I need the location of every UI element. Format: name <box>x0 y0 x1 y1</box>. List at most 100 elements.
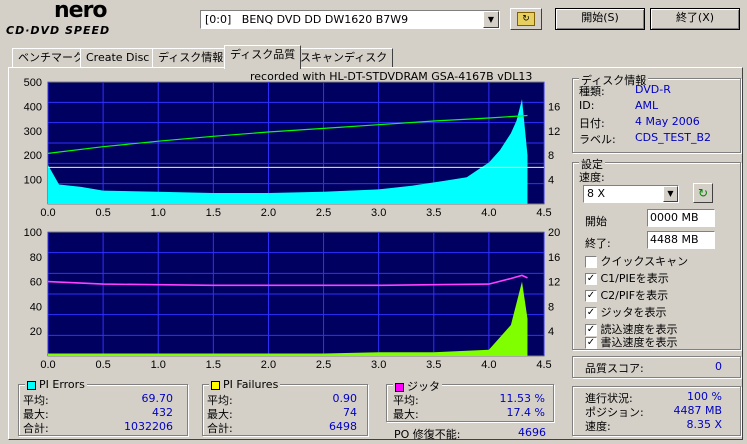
logo-speed-text: CD·DVD SPEED <box>6 24 111 37</box>
tab-disc-quality[interactable]: ディスク品質 <box>224 45 302 69</box>
start-button-label: 開始(S) <box>581 11 619 24</box>
checkbox-box[interactable]: ✓ <box>585 273 597 285</box>
jitter-swatch <box>395 382 404 392</box>
chevron-down-icon[interactable]: ▼ <box>663 186 678 202</box>
x-tick-label: 3.0 <box>371 359 386 370</box>
tab-label: ディスク情報 <box>158 51 224 64</box>
quality-score-group: 品質スコア: 0 <box>572 356 741 378</box>
pi-failures-max-value: 74 <box>343 406 357 419</box>
show-jitter-checkbox[interactable]: ✓ ジッタを表示 <box>585 304 667 320</box>
x-tick-label: 3.0 <box>371 207 386 219</box>
position-value: 4487 MB <box>673 404 722 417</box>
start-label: 開始 <box>585 215 607 228</box>
quality-score-value: 0 <box>715 360 722 373</box>
chart-2-x-labels: 0.0 0.5 1.0 1.5 2.0 2.5 3.0 3.5 4.0 4.5 <box>40 359 551 370</box>
tab-disc-info[interactable]: ディスク情報 <box>152 48 230 68</box>
disc-type-value: DVD-R <box>635 83 671 96</box>
x-tick-label: 2.5 <box>316 359 331 370</box>
progress-value: 100 % <box>687 390 722 403</box>
pi-errors-total-value: 1032206 <box>124 420 173 433</box>
chart-1-x-labels: 0.0 0.5 1.0 1.5 2.0 2.5 3.0 3.5 4.0 4.5 <box>40 207 551 219</box>
jitter-avg-value: 11.53 % <box>499 392 545 405</box>
disc-id-value: AML <box>635 99 659 112</box>
checkbox-box[interactable]: ✓ <box>585 337 597 349</box>
y-right-tick-label: 4 <box>548 175 554 187</box>
checkbox-label: 書込速度を表示 <box>600 336 678 349</box>
x-tick-label: 2.5 <box>316 207 331 219</box>
chart-1-y-right-labels: 16 12 8 4 <box>548 101 560 186</box>
speed-progress-label: 速度: <box>585 420 611 433</box>
x-tick-label: 2.0 <box>261 359 276 370</box>
pi-errors-group: PI Errors 平均: 69.70 最大: 432 合計: 1032206 <box>18 378 188 436</box>
disc-date-label: 日付: <box>579 117 605 130</box>
x-tick-label: 0.5 <box>95 359 110 370</box>
po-uncorrectable-label: PO 修復不能: <box>394 428 461 441</box>
charts-svg: 500 400 300 200 100 16 12 8 4 0.0 0.5 1.0 1.5 2.0 2.… <box>24 77 561 370</box>
po-uncorrectable-value: 4696 <box>518 426 546 439</box>
y-right-tick-label: 8 <box>548 301 554 313</box>
show-c2-pif-checkbox[interactable]: ✓ C2/PIFを表示 <box>585 287 668 303</box>
pi-failures-title-text: PI Failures <box>223 378 279 391</box>
nero-logo: nero CD·DVD SPEED <box>6 0 196 40</box>
chart-2: 100 80 60 40 20 20 16 12 8 4 0.0 0.5 1.0 1.5 2.0 2.5 3… <box>24 227 561 370</box>
show-write-speed-checkbox[interactable]: ✓ 書込速度を表示 <box>585 334 678 350</box>
x-tick-label: 2.0 <box>261 207 276 219</box>
pi-errors-total-label: 合計: <box>23 422 49 435</box>
checkbox-box[interactable]: ✓ <box>585 307 597 319</box>
x-tick-label: 1.0 <box>151 207 166 219</box>
y-tick-label: 400 <box>24 101 42 113</box>
start-button[interactable]: 開始(S) <box>555 8 645 30</box>
refresh-drive-button[interactable]: ↻ <box>510 8 542 30</box>
jitter-max-value: 17.4 % <box>506 406 545 419</box>
disc-label-value: CDS_TEST_B2 <box>635 131 712 144</box>
x-tick-label: 4.0 <box>481 207 496 219</box>
end-label: 終了: <box>585 237 611 250</box>
tab-scan-disc[interactable]: スキャンディスク <box>294 48 394 68</box>
y-right-tick-label: 12 <box>548 277 560 289</box>
pi-errors-avg-value: 69.70 <box>141 392 174 405</box>
show-c1-pie-checkbox[interactable]: ✓ C1/PIEを表示 <box>585 270 669 286</box>
pi-errors-title: PI Errors <box>25 378 87 391</box>
end-mb-input[interactable]: 4488 MB <box>647 231 715 249</box>
tab-label: Create Disc <box>86 51 150 64</box>
drive-select-value: [0:0] BENQ DVD DD DW1620 B7W9 <box>205 13 409 26</box>
exit-button-label: 終了(X) <box>675 11 715 24</box>
x-tick-label: 0.5 <box>95 207 110 219</box>
checkbox-label: C1/PIEを表示 <box>600 272 669 285</box>
y-right-tick-label: 16 <box>548 101 560 113</box>
pi-errors-max-value: 432 <box>152 406 173 419</box>
disc-date-value: 4 May 2006 <box>635 115 700 128</box>
pi-failures-group: PI Failures 平均: 0.90 最大: 74 合計: 6498 <box>202 378 368 436</box>
speed-select[interactable]: 8 X ▼ <box>583 185 679 203</box>
drive-select[interactable]: [0:0] BENQ DVD DD DW1620 B7W9 ▼ <box>200 10 500 29</box>
chevron-down-icon[interactable]: ▼ <box>483 11 499 28</box>
checkbox-box[interactable] <box>585 256 597 268</box>
refresh-icon: ↻ <box>517 12 535 26</box>
checkbox-label: ジッタを表示 <box>600 306 667 319</box>
refresh-speed-button[interactable]: ↻ <box>693 183 713 203</box>
chart-1-y-labels: 500 400 300 200 100 <box>24 77 42 187</box>
speed-label: 速度: <box>579 171 605 184</box>
x-tick-label: 4.0 <box>481 359 496 370</box>
disc-type-label: 種類: <box>579 85 605 98</box>
tab-create-disc[interactable]: Create Disc <box>80 48 156 68</box>
x-tick-label: 1.5 <box>206 359 221 370</box>
tab-label: ディスク品質 <box>230 48 296 61</box>
speed-progress-value: 8.35 X <box>686 418 722 431</box>
speed-select-value: 8 X <box>587 187 606 200</box>
tab-benchmark[interactable]: ベンチマーク <box>12 48 90 68</box>
quick-scan-checkbox[interactable]: クイックスキャン <box>585 253 688 269</box>
x-tick-label: 0.0 <box>40 207 55 219</box>
refresh-icon: ↻ <box>697 186 709 200</box>
y-right-tick-label: 20 <box>548 227 560 239</box>
chart-2-y-right-labels: 20 16 12 8 4 <box>548 227 560 338</box>
checkbox-box[interactable]: ✓ <box>585 290 597 302</box>
jitter-group: ジッタ 平均: 11.53 % 最大: 17.4 % <box>386 378 554 422</box>
disc-label-label: ラベル: <box>579 133 616 146</box>
start-mb-input[interactable]: 0000 MB <box>647 209 715 227</box>
y-tick-label: 60 <box>30 277 42 289</box>
x-tick-label: 4.5 <box>536 359 551 370</box>
exit-button[interactable]: 終了(X) <box>650 8 740 30</box>
x-tick-label: 0.0 <box>40 359 55 370</box>
jitter-max-label: 最大: <box>393 408 419 421</box>
